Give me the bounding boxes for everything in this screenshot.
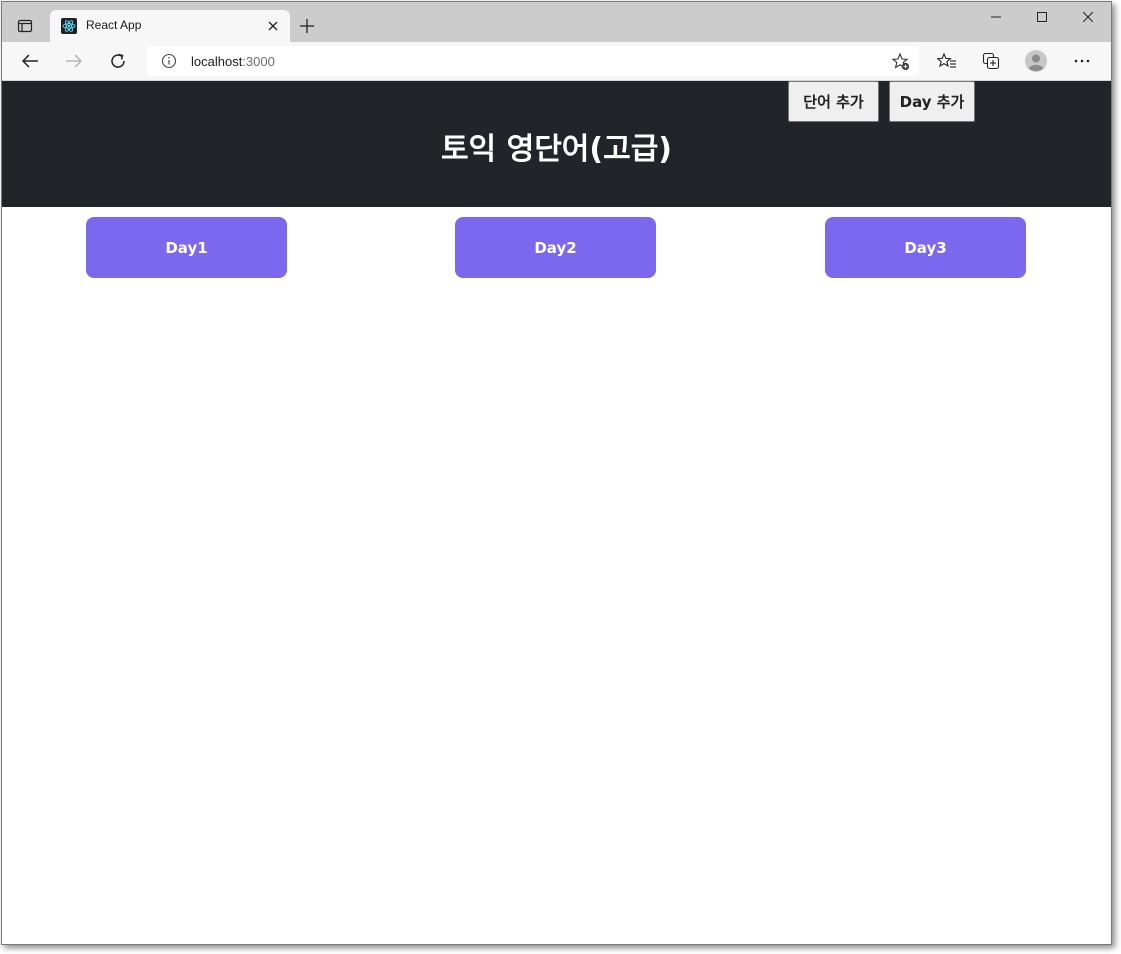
collections-icon[interactable] — [979, 49, 1003, 73]
close-tab-icon[interactable] — [264, 17, 282, 35]
react-logo-icon — [61, 18, 77, 34]
favorites-icon[interactable] — [935, 49, 959, 73]
tab-react-app[interactable]: React App — [50, 10, 290, 42]
address-bar[interactable]: localhost:3000 — [147, 46, 919, 76]
add-day-button[interactable]: Day 추가 — [889, 81, 975, 122]
url-text: localhost:3000 — [191, 54, 275, 69]
more-menu-icon[interactable] — [1070, 49, 1094, 73]
url-port: :3000 — [242, 54, 275, 69]
back-arrow-icon[interactable] — [18, 49, 42, 73]
forward-arrow-icon[interactable] — [62, 49, 86, 73]
maximize-icon[interactable] — [1019, 2, 1065, 32]
minimize-icon[interactable] — [973, 2, 1019, 32]
tab-strip: React App — [2, 2, 1111, 42]
page-content: 토익 영단어(고급) 단어 추가 Day 추가 Day1 Day2 Day3 — [2, 81, 1111, 944]
close-window-icon[interactable] — [1065, 2, 1111, 32]
page-title: 토익 영단어(고급) — [440, 132, 673, 167]
day-link-1[interactable]: Day1 — [86, 217, 287, 278]
browser-window: React App localhost:3000 토익 영단어(고급) 단어 추… — [1, 1, 1112, 945]
new-tab-icon[interactable] — [296, 15, 318, 37]
url-host: localhost — [191, 54, 243, 69]
profile-avatar-icon[interactable] — [1024, 49, 1048, 73]
day-link-3[interactable]: Day3 — [825, 217, 1026, 278]
day-link-2[interactable]: Day2 — [455, 217, 656, 278]
add-favorite-icon[interactable] — [891, 52, 911, 72]
tab-title: React App — [86, 18, 142, 32]
browser-toolbar: localhost:3000 — [2, 42, 1111, 81]
window-controls — [973, 2, 1111, 32]
tab-actions-icon[interactable] — [14, 15, 36, 37]
app-header: 토익 영단어(고급) 단어 추가 Day 추가 — [2, 81, 1111, 207]
site-info-icon[interactable] — [161, 53, 177, 69]
refresh-icon[interactable] — [106, 49, 130, 73]
add-word-button[interactable]: 단어 추가 — [788, 81, 879, 122]
